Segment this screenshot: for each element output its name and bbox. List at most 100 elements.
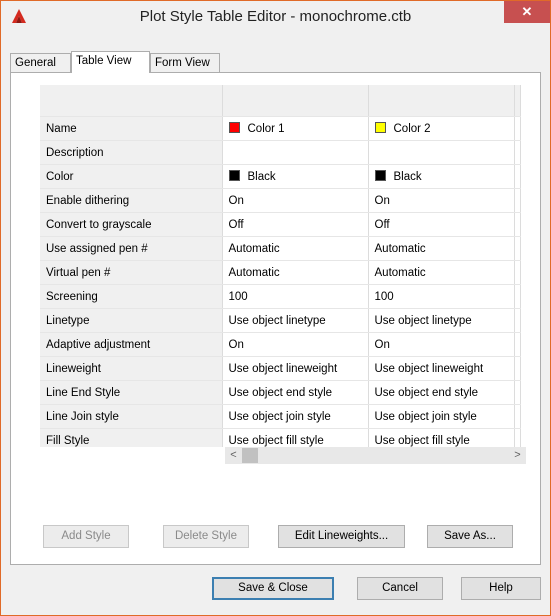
table-cell[interactable]: Use object join style [222, 404, 369, 429]
cancel-button[interactable]: Cancel [357, 577, 443, 600]
table-row: Virtual pen # Automatic Automatic A [40, 260, 521, 285]
cell-value: Use object fill style [228, 434, 324, 447]
cell-value: Black [393, 171, 422, 183]
table-cell[interactable] [368, 140, 515, 165]
table-cell[interactable]: Automatic [222, 260, 369, 285]
horizontal-scrollbar[interactable]: < > [225, 447, 526, 464]
table-cell[interactable]: Black [368, 164, 515, 189]
cell-value: Use object end style [374, 386, 479, 399]
cell-value: Use object join style [228, 410, 331, 423]
table-cell[interactable]: O [514, 212, 521, 237]
row-label: Description [40, 140, 223, 165]
table-cell[interactable]: 100 [368, 284, 515, 309]
cell-value: Automatic [228, 266, 280, 279]
style-color-swatch [374, 122, 386, 133]
table-cell[interactable]: O [514, 332, 521, 357]
table-cell[interactable]: 1 [514, 284, 521, 309]
help-button[interactable]: Help [461, 577, 541, 600]
row-label: Line Join style [40, 404, 223, 429]
cell-value: Automatic [374, 266, 426, 279]
table-cell[interactable]: On [222, 188, 369, 213]
table-cell[interactable]: Use object lineweight [368, 356, 515, 381]
tab-form-view[interactable]: Form View [150, 53, 220, 72]
table-cell[interactable]: A [514, 236, 521, 261]
table-cell[interactable]: Color 2 [368, 116, 515, 141]
add-style-button[interactable]: Add Style [43, 525, 129, 548]
table-cell[interactable]: On [368, 332, 515, 357]
grid-corner-cell [40, 85, 223, 117]
table-cell[interactable] [514, 140, 521, 165]
table-row: Fill Style Use object fill style Use objec… [40, 428, 521, 447]
grid-header-row [40, 85, 521, 117]
table-cell[interactable]: O [514, 188, 521, 213]
table-cell[interactable]: 100 [222, 284, 369, 309]
save-as-button[interactable]: Save As... [427, 525, 513, 548]
table-row: Screening 100 100 1 [40, 284, 521, 309]
table-cell[interactable]: Use object join style [368, 404, 515, 429]
tab-general[interactable]: General [10, 53, 71, 72]
table-cell[interactable]: Color 1 [222, 116, 369, 141]
table-cell[interactable]: Off [222, 212, 369, 237]
table-cell[interactable]: Black [222, 164, 369, 189]
table-cell[interactable]: A [514, 260, 521, 285]
table-row: Name Color 1 Color 2 [40, 116, 521, 141]
table-cell[interactable] [514, 116, 521, 141]
table-cell[interactable]: U [514, 380, 521, 405]
table-cell[interactable]: U [514, 308, 521, 333]
color-swatch [374, 170, 386, 181]
cell-value: Color 1 [247, 123, 285, 135]
grid-column-header [222, 85, 369, 117]
table-row: Description [40, 140, 521, 165]
table-cell[interactable]: Use object lineweight [222, 356, 369, 381]
cell-value: Use object fill style [374, 434, 470, 447]
cell-value: Use object linetype [374, 314, 472, 327]
edit-lineweights-button[interactable]: Edit Lineweights... [278, 525, 405, 548]
plot-style-editor-window: Plot Style Table Editor - monochrome.ctb… [0, 0, 551, 616]
delete-style-button[interactable]: Delete Style [163, 525, 249, 548]
table-cell[interactable] [514, 164, 521, 189]
table-row: Line Join style Use object join style Use … [40, 404, 521, 429]
table-cell[interactable]: On [222, 332, 369, 357]
cell-value: On [228, 194, 244, 207]
window-title: Plot Style Table Editor - monochrome.ctb [139, 8, 412, 25]
table-cell[interactable]: Use object linetype [222, 308, 369, 333]
cell-value: 100 [228, 290, 248, 303]
table-row: Enable dithering On On O [40, 188, 521, 213]
table-cell[interactable]: Use object fill style [222, 428, 369, 447]
table-row: Convert to grayscale Off Off O [40, 212, 521, 237]
table-row: Use assigned pen # Automatic Automatic A [40, 236, 521, 261]
scroll-right-arrow[interactable]: > [509, 447, 526, 464]
scroll-left-arrow[interactable]: < [225, 447, 242, 464]
grid-column-header [368, 85, 515, 117]
cell-value: Use object lineweight [228, 362, 338, 375]
table-cell[interactable]: Off [368, 212, 515, 237]
row-label: Color [40, 164, 223, 189]
table-cell[interactable]: U [514, 404, 521, 429]
grid-column-header [514, 85, 521, 117]
scroll-thumb[interactable] [242, 448, 258, 463]
cell-value: On [228, 338, 244, 351]
row-label: Name [40, 116, 223, 141]
cell-value: Automatic [374, 242, 426, 255]
table-cell[interactable] [222, 140, 369, 165]
table-cell[interactable]: On [368, 188, 515, 213]
close-button[interactable]: ✕ [504, 1, 550, 23]
row-label: Fill Style [40, 428, 223, 447]
table-cell[interactable]: Use object end style [222, 380, 369, 405]
table-cell[interactable]: U [514, 428, 521, 447]
table-row: Color Black Black [40, 164, 521, 189]
title-bar[interactable]: Plot Style Table Editor - monochrome.ctb… [1, 1, 550, 33]
plot-style-table: Name Color 1 Color 2 Description Color Black B… [40, 85, 521, 447]
table-cell[interactable]: Automatic [222, 236, 369, 261]
table-cell[interactable]: Use object end style [368, 380, 515, 405]
plot-style-grid[interactable]: Name Color 1 Color 2 Description Color Black B… [40, 85, 526, 447]
table-cell[interactable]: Automatic [368, 236, 515, 261]
table-cell[interactable]: Use object linetype [368, 308, 515, 333]
tab-table-view[interactable]: Table View [71, 51, 150, 73]
table-cell[interactable]: U [514, 356, 521, 381]
row-label: Lineweight [40, 356, 223, 381]
save-close-button[interactable]: Save & Close [212, 577, 334, 600]
table-cell[interactable]: Use object fill style [368, 428, 515, 447]
table-cell[interactable]: Automatic [368, 260, 515, 285]
cell-value: 100 [374, 290, 394, 303]
